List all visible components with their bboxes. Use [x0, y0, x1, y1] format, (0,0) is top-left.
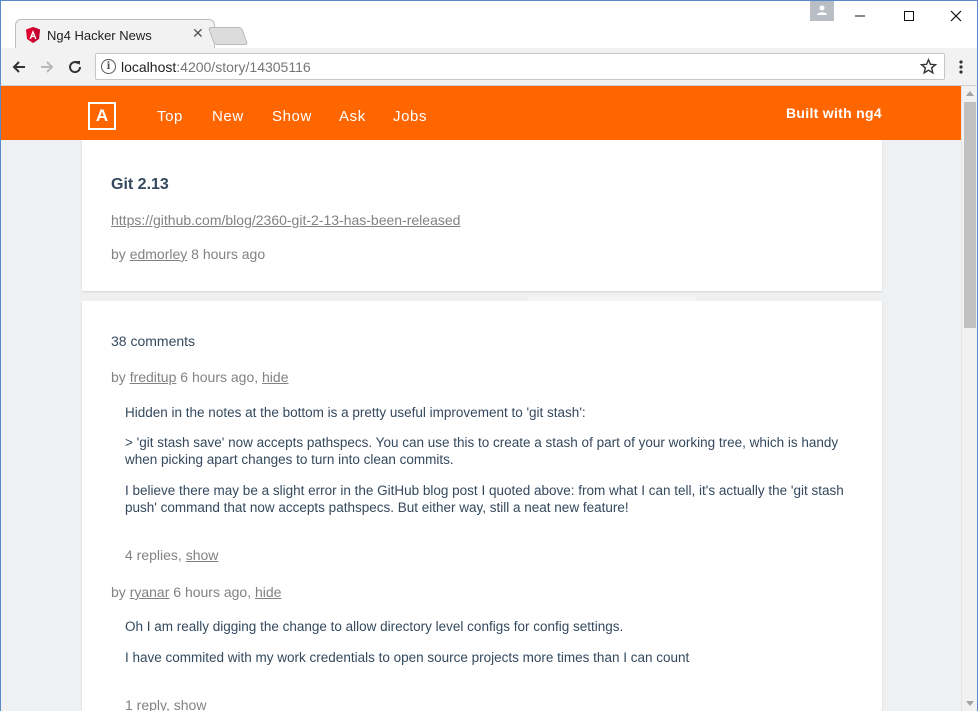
back-arrow-icon[interactable]	[9, 57, 29, 77]
nav-ask[interactable]: Ask	[339, 108, 366, 125]
nav-top[interactable]: Top	[157, 108, 183, 125]
comments-card: 38 comments by freditup 6 hours ago, hid…	[82, 301, 882, 711]
comment-meta: by freditup 6 hours ago, hide	[111, 369, 289, 385]
angular-icon	[26, 27, 40, 43]
profile-icon[interactable]	[810, 1, 834, 21]
menu-icon[interactable]	[951, 57, 971, 77]
replies-toggle: 4 replies, show	[125, 547, 219, 563]
close-tab-icon[interactable]: ✕	[192, 25, 204, 42]
replies-toggle: 1 reply, show	[125, 697, 207, 711]
story-card: Git 2.13 https://github.com/blog/2360-gi…	[82, 140, 882, 291]
bookmark-star-icon[interactable]	[920, 58, 937, 75]
angular-logo[interactable]: A	[88, 102, 116, 130]
minimize-icon[interactable]	[845, 5, 875, 27]
comment-paragraph: I believe there may be a slight error in…	[125, 483, 844, 515]
title-bar: Ng4 Hacker News ✕	[0, 0, 978, 49]
comment-meta: by ryanar 6 hours ago, hide	[111, 584, 282, 600]
show-replies-link[interactable]: show	[186, 547, 219, 563]
comment-paragraph: Oh I am really digging the change to all…	[125, 619, 624, 634]
comment-paragraph: I have commited with my work credentials…	[125, 650, 690, 665]
comment-author-link[interactable]: freditup	[130, 369, 177, 385]
url-text: localhost:4200/story/14305116	[121, 59, 311, 75]
story-author-link[interactable]: edmorley	[130, 246, 188, 262]
vertical-scrollbar[interactable]	[961, 86, 977, 711]
close-window-icon[interactable]	[941, 5, 971, 27]
nav-show[interactable]: Show	[272, 108, 312, 125]
address-bar[interactable]: i localhost:4200/story/14305116	[95, 53, 945, 80]
built-with-link[interactable]: Built with ng4	[786, 105, 882, 121]
story-title: Git 2.13	[111, 176, 169, 193]
show-replies-link[interactable]: show	[174, 697, 207, 711]
info-icon[interactable]: i	[101, 59, 116, 74]
nav-new[interactable]: New	[212, 108, 244, 125]
comment-count: 38 comments	[111, 333, 196, 349]
new-tab-button[interactable]	[207, 27, 249, 45]
comment-author-link[interactable]: ryanar	[130, 584, 170, 600]
scroll-down-arrow-icon[interactable]	[966, 701, 974, 706]
scrollbar-thumb[interactable]	[964, 102, 976, 328]
browser-toolbar: i localhost:4200/story/14305116	[0, 48, 978, 86]
forward-arrow-icon[interactable]	[37, 57, 57, 77]
comment-paragraph: > 'git stash save' now accepts pathspecs…	[125, 435, 839, 467]
nav-jobs[interactable]: Jobs	[393, 108, 427, 125]
story-url-link[interactable]: https://github.com/blog/2360-git-2-13-ha…	[111, 212, 460, 228]
story-meta: by edmorley 8 hours ago	[111, 246, 266, 262]
hide-link[interactable]: hide	[262, 369, 288, 385]
maximize-icon[interactable]	[894, 5, 924, 27]
app-header: A Top New Show Ask Jobs Built with ng4	[1, 86, 961, 140]
page-viewport: A Top New Show Ask Jobs Built with ng4 G…	[0, 86, 978, 711]
scroll-up-arrow-icon[interactable]	[966, 91, 974, 96]
browser-tab[interactable]: Ng4 Hacker News ✕	[15, 19, 215, 49]
reload-icon[interactable]	[65, 57, 85, 77]
story-time: 8 hours ago	[191, 246, 266, 262]
tab-title: Ng4 Hacker News	[47, 28, 152, 43]
hide-link[interactable]: hide	[255, 584, 281, 600]
comment-paragraph: Hidden in the notes at the bottom is a p…	[125, 405, 586, 420]
